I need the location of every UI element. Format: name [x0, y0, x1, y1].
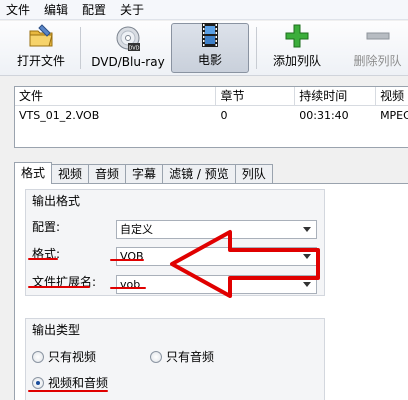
annotation-arrow-icon [170, 230, 320, 298]
column-header-chapter[interactable]: 章节 [216, 87, 296, 106]
open-file-button[interactable]: 打开文件 [8, 23, 74, 73]
file-table: 文件 章节 持续时间 视频 VTS_01_2.VOB 0 00:31:40 MP… [14, 86, 408, 148]
annotation-underline [28, 390, 108, 392]
preset-value: 自定义 [120, 223, 153, 236]
annotation-underline [28, 286, 90, 288]
radio-button-icon [32, 350, 44, 363]
tab-format[interactable]: 格式 [14, 162, 53, 184]
toolbar-separator [256, 27, 257, 69]
svg-text:DVD: DVD [128, 46, 139, 52]
tab-filters-preview[interactable]: 滤镜 / 预览 [162, 164, 236, 184]
extension-value: vob [120, 278, 141, 291]
radio-audio-only[interactable]: 只有音频 [150, 348, 214, 365]
radio-video-and-audio-label: 视频和音频 [48, 376, 109, 390]
radio-button-icon [150, 350, 162, 363]
movie-button[interactable]: 电影 [171, 23, 249, 73]
remove-queue-label: 删除列队 [353, 54, 402, 68]
table-header: 文件 章节 持续时间 视频 [15, 87, 408, 106]
cell-chapter: 0 [220, 109, 228, 122]
movie-label: 电影 [197, 53, 222, 67]
tab-queue[interactable]: 列队 [234, 164, 273, 184]
cell-video: MPEG- [380, 109, 408, 122]
dvd-label: DVD/Blu-ray [91, 55, 165, 69]
toolbar: 打开文件 DVD DVD/Blu-ray 电影 添加列队 删除列队 [0, 21, 408, 76]
toolbar-separator [80, 27, 81, 69]
menu-edit[interactable]: 编辑 [44, 1, 68, 18]
cell-file: VTS_01_2.VOB [19, 109, 100, 122]
output-format-title: 输出格式 [32, 194, 81, 208]
cell-duration: 00:31:40 [299, 109, 349, 122]
annotation-underline [110, 287, 146, 289]
radio-audio-only-label: 只有音频 [166, 350, 215, 364]
column-header-file[interactable]: 文件 [15, 87, 217, 106]
film-strip-icon [197, 22, 223, 48]
annotation-underline [28, 258, 58, 260]
dvd-button[interactable]: DVD DVD/Blu-ray [88, 23, 168, 73]
format-value: VOB [120, 250, 144, 263]
menu-about[interactable]: 关于 [120, 1, 144, 18]
preset-label: 配置: [32, 220, 61, 234]
menu-file[interactable]: 文件 [6, 1, 30, 18]
menubar: 文件 编辑 配置 关于 [0, 0, 408, 20]
output-type-title: 输出类型 [32, 323, 81, 337]
open-folder-icon [28, 23, 54, 49]
annotation-underline [110, 259, 144, 261]
dvd-disc-icon: DVD [115, 26, 141, 52]
open-file-label: 打开文件 [16, 54, 65, 68]
radio-video-only-label: 只有视频 [48, 350, 97, 364]
radio-button-selected-icon [32, 376, 44, 389]
plus-icon [284, 23, 310, 49]
menu-config[interactable]: 配置 [82, 1, 106, 18]
minus-icon [365, 23, 391, 49]
tab-bar: 格式 视频 音频 字幕 滤镜 / 预览 列队 [14, 162, 273, 184]
column-header-video[interactable]: 视频 [376, 87, 408, 106]
tab-audio[interactable]: 音频 [88, 164, 127, 184]
tab-subtitles[interactable]: 字幕 [125, 164, 164, 184]
radio-video-only[interactable]: 只有视频 [32, 348, 96, 365]
add-queue-button[interactable]: 添加列队 [266, 23, 328, 73]
table-row[interactable]: VTS_01_2.VOB 0 00:31:40 MPEG- [15, 106, 408, 126]
remove-queue-button[interactable]: 删除列队 [347, 23, 408, 73]
tab-video[interactable]: 视频 [51, 164, 90, 184]
column-header-duration[interactable]: 持续时间 [295, 87, 377, 106]
radio-video-and-audio[interactable]: 视频和音频 [32, 374, 108, 391]
add-queue-label: 添加列队 [272, 54, 321, 68]
output-type-group: 输出类型 只有视频 只有音频 视频和音频 [25, 318, 325, 400]
